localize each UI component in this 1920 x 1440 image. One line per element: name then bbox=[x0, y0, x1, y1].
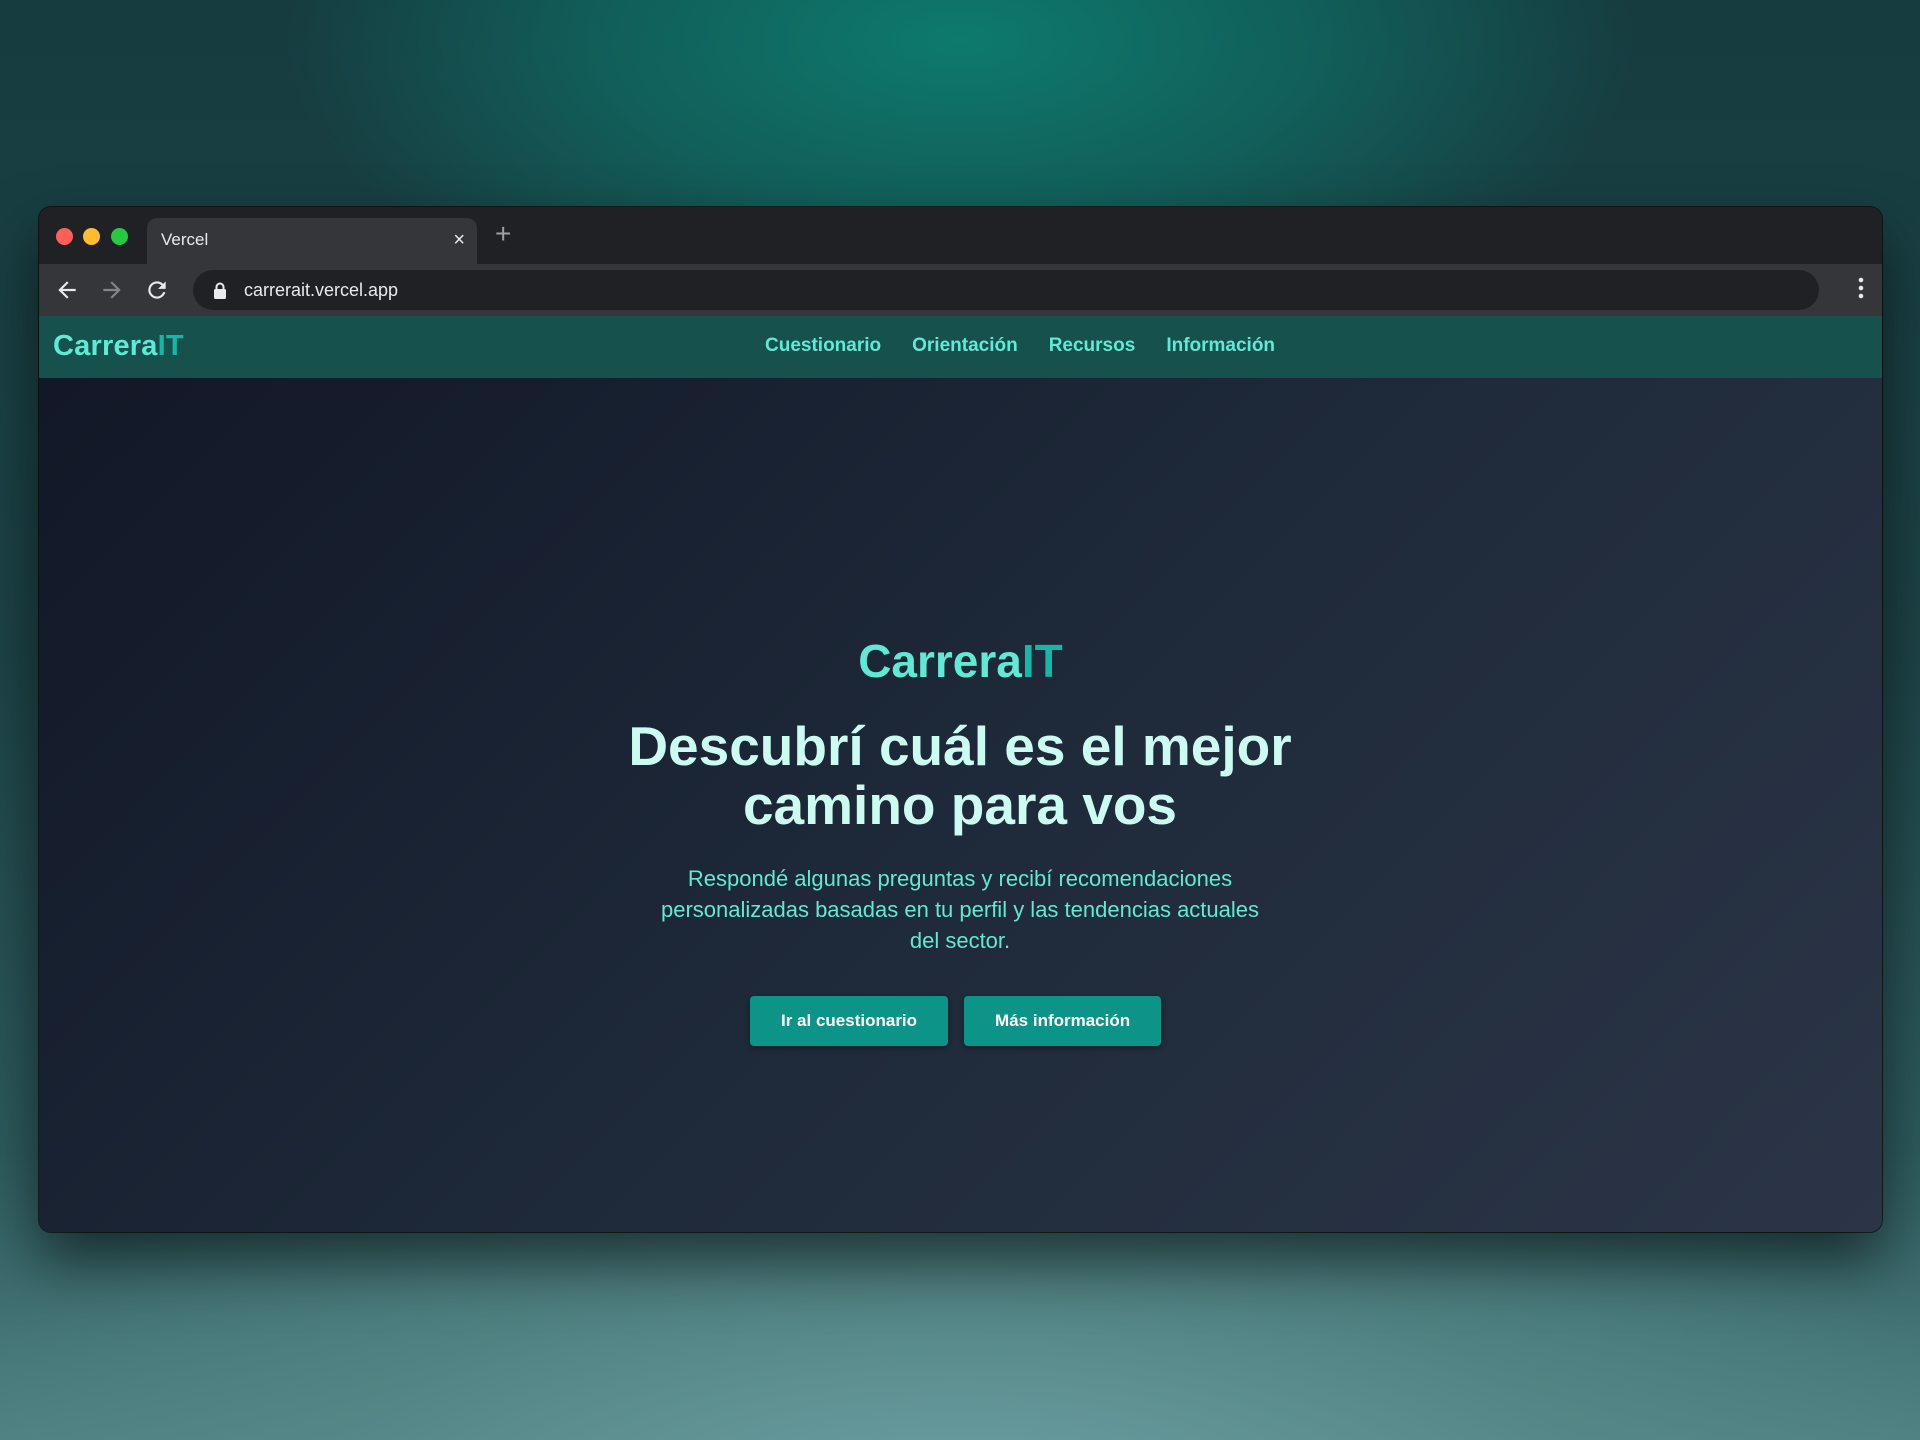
logo-text-accent: IT bbox=[157, 330, 184, 362]
nav-link-informacion[interactable]: Información bbox=[1166, 335, 1275, 357]
hero-brand-main: Carrera bbox=[858, 635, 1022, 687]
lock-icon bbox=[213, 282, 227, 304]
plus-icon[interactable]: + bbox=[495, 219, 511, 249]
logo-text-main: Carrera bbox=[53, 330, 158, 362]
hero-section: CarreraIT Descubrí cuál es el mejor cami… bbox=[39, 378, 1882, 1232]
url-text: carrerait.vercel.app bbox=[244, 280, 399, 300]
browser-window: Vercel × + carrerait.vercel.app CarreraI… bbox=[39, 207, 1882, 1232]
hero-actions: Ir al cuestionario Más información bbox=[750, 996, 1162, 1046]
web-page: CarreraIT Cuestionario Orientación Recur… bbox=[39, 316, 1882, 1232]
maximize-window-button[interactable] bbox=[111, 228, 128, 245]
site-navbar: CarreraIT Cuestionario Orientación Recur… bbox=[39, 316, 1882, 378]
address-bar[interactable]: carrerait.vercel.app bbox=[193, 270, 1819, 310]
nav-link-orientacion[interactable]: Orientación bbox=[912, 335, 1018, 357]
forward-arrow-icon[interactable] bbox=[99, 277, 125, 303]
hero-brand-accent: IT bbox=[1021, 635, 1063, 687]
more-info-button[interactable]: Más información bbox=[964, 996, 1162, 1046]
hero-title: Descubrí cuál es el mejor camino para vo… bbox=[628, 715, 1292, 836]
go-to-quiz-button[interactable]: Ir al cuestionario bbox=[750, 996, 949, 1046]
close-icon[interactable]: × bbox=[453, 228, 465, 252]
nav-link-recursos[interactable]: Recursos bbox=[1049, 335, 1136, 357]
nav-links: Cuestionario Orientación Recursos Inform… bbox=[765, 335, 1275, 357]
tab-title: Vercel bbox=[161, 230, 209, 249]
hero-subtitle: Respondé algunas preguntas y recibí reco… bbox=[660, 866, 1260, 953]
hero-brand: CarreraIT bbox=[39, 634, 1882, 688]
browser-toolbar: carrerait.vercel.app bbox=[39, 264, 1882, 316]
nav-link-cuestionario[interactable]: Cuestionario bbox=[765, 335, 881, 357]
reload-icon[interactable] bbox=[144, 277, 170, 303]
more-vert-icon[interactable] bbox=[1858, 276, 1864, 305]
site-logo[interactable]: CarreraIT bbox=[53, 330, 184, 363]
minimize-window-button[interactable] bbox=[83, 228, 100, 245]
close-window-button[interactable] bbox=[56, 228, 73, 245]
back-arrow-icon[interactable] bbox=[54, 277, 80, 303]
browser-tab[interactable]: Vercel × bbox=[147, 218, 477, 264]
tab-bar: Vercel × + bbox=[39, 207, 1882, 264]
